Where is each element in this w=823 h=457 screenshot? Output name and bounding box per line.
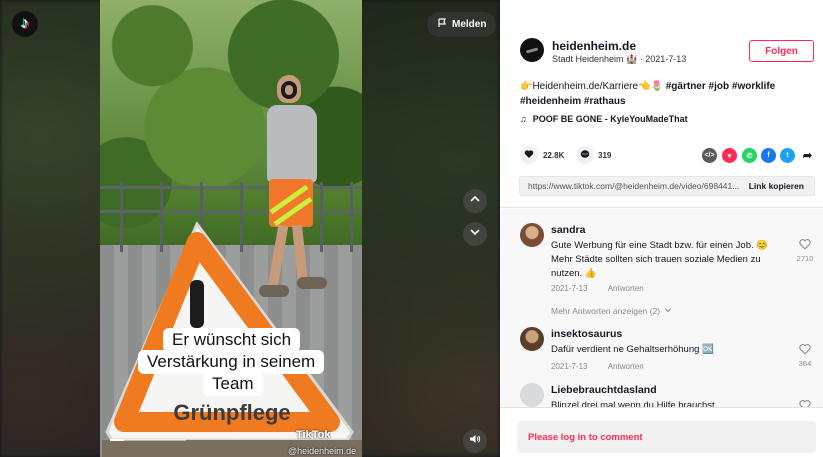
comment-like-button[interactable] (798, 237, 812, 255)
author-name[interactable]: heidenheim.de (552, 39, 636, 53)
video-caption-line-1: Er wünscht sich (163, 328, 301, 352)
reply-button[interactable]: Antworten (608, 284, 644, 293)
sign-text: Grünpflege (173, 400, 290, 425)
hashtag-link[interactable]: #worklife (732, 81, 775, 92)
flag-icon (437, 18, 447, 31)
reply-button[interactable]: Antworten (608, 362, 644, 371)
commenter-name[interactable]: insektosaurus (551, 328, 622, 340)
commenter-name[interactable]: sandra (551, 224, 585, 236)
tiktok-share-icon[interactable]: ▾ (722, 148, 737, 163)
commenter-avatar[interactable] (520, 383, 544, 407)
comment-count: 319 (598, 151, 612, 160)
comments-list[interactable]: sandra Gute Werbung für eine Stadt bzw. … (500, 209, 823, 407)
video-progress-fill (110, 439, 124, 441)
chevron-down-icon (664, 306, 672, 316)
chevron-down-icon (469, 225, 481, 243)
login-to-comment-button[interactable]: Please log in to comment (517, 421, 816, 453)
video-link-box: https://www.tiktok.com/@heidenheim.de/vi… (519, 176, 815, 196)
heart-outline-icon (799, 342, 811, 359)
previous-video-button[interactable] (463, 189, 487, 213)
comment-text: Dafür verdient ne Gehaltserhöhung 🆗 (551, 344, 714, 355)
comment-button[interactable] (576, 146, 594, 164)
commenter-name[interactable]: Liebebrauchtdasland (551, 384, 657, 396)
comment-like-count: 2710 (796, 254, 814, 263)
comment-date: 2021-7-13 (551, 362, 588, 371)
video-player[interactable]: Grünpflege Er wünscht sich Verstärkung i… (0, 0, 500, 457)
heart-outline-icon (799, 237, 811, 254)
volume-button[interactable] (463, 429, 487, 453)
copy-link-button[interactable]: Link kopieren (749, 181, 804, 191)
comment-text: Gute Werbung für eine Stadt bzw. für ein… (551, 240, 769, 279)
comment-like-button[interactable] (798, 398, 812, 407)
video-details: heidenheim.de Stadt Heidenheim 🏰 · 2021-… (500, 0, 823, 208)
comment-meta: 2021-7-13 Antworten (551, 362, 644, 371)
facebook-icon[interactable]: f (761, 148, 776, 163)
music-title: POOF BE GONE - KyleYouMadeThat (532, 114, 688, 124)
hashtag-link[interactable]: #heidenheim (520, 96, 581, 107)
video-caption-line-3: Team (203, 372, 263, 396)
video-progress-bar[interactable] (110, 439, 186, 441)
description-text: 👉Heidenheim.de/Karriere👈🌷 (520, 81, 666, 92)
heart-icon (524, 146, 534, 164)
like-button[interactable] (520, 146, 538, 164)
twitter-icon[interactable]: t (780, 148, 795, 163)
next-video-button[interactable] (463, 222, 487, 246)
share-arrow-icon[interactable]: ➦ (800, 148, 815, 163)
author-subtitle: Stadt Heidenheim 🏰 · 2021-7-13 (552, 54, 687, 64)
comment-login-bar: Please log in to comment (500, 407, 823, 457)
report-button[interactable]: Melden (427, 12, 497, 37)
volume-icon (469, 432, 481, 450)
comment-text: Blinzel drei mal wenn du Hilfe brauchst (551, 400, 715, 407)
comment-date: 2021-7-13 (551, 284, 588, 293)
hashtag-link[interactable]: #gärtner (666, 81, 706, 92)
comment-like-button[interactable] (798, 342, 812, 360)
heart-outline-icon (799, 398, 811, 407)
video-description: 👉Heidenheim.de/Karriere👈🌷 #gärtner #job … (520, 79, 810, 109)
video-link-url[interactable]: https://www.tiktok.com/@heidenheim.de/vi… (528, 181, 740, 191)
hashtag-link[interactable]: #rathaus (584, 96, 626, 107)
follow-button[interactable]: Folgen (749, 40, 814, 62)
commenter-avatar[interactable] (520, 327, 544, 351)
more-replies-label: Mehr Antworten anzeigen (2) (551, 306, 661, 316)
video-caption-line-2: Verstärkung in seinem (138, 350, 325, 374)
login-prompt: Please log in to comment (528, 432, 643, 443)
view-more-replies-button[interactable]: Mehr Antworten anzeigen (2) (551, 306, 672, 316)
watermark-handle: @heidenheim.de (288, 446, 357, 456)
comment-like-count: 364 (798, 359, 812, 368)
watermark-brand: TikTok (296, 429, 331, 441)
music-link[interactable]: ♫ POOF BE GONE - KyleYouMadeThat (520, 114, 688, 124)
report-label: Melden (452, 19, 487, 30)
comment-bubble-icon (580, 146, 590, 164)
commenter-avatar[interactable] (520, 223, 544, 247)
like-count: 22.8K (543, 151, 565, 160)
chevron-up-icon (469, 192, 481, 210)
embed-icon[interactable]: </> (702, 148, 717, 163)
comment-meta: 2021-7-13 Antworten (551, 284, 644, 293)
music-note-icon: ♫ (520, 114, 527, 124)
whatsapp-icon[interactable]: ✆ (742, 148, 757, 163)
author-avatar[interactable] (520, 38, 544, 62)
video-info-panel: heidenheim.de Stadt Heidenheim 🏰 · 2021-… (500, 0, 823, 457)
tiktok-logo-icon[interactable]: ♪ (12, 11, 38, 37)
hashtag-link[interactable]: #job (709, 81, 730, 92)
